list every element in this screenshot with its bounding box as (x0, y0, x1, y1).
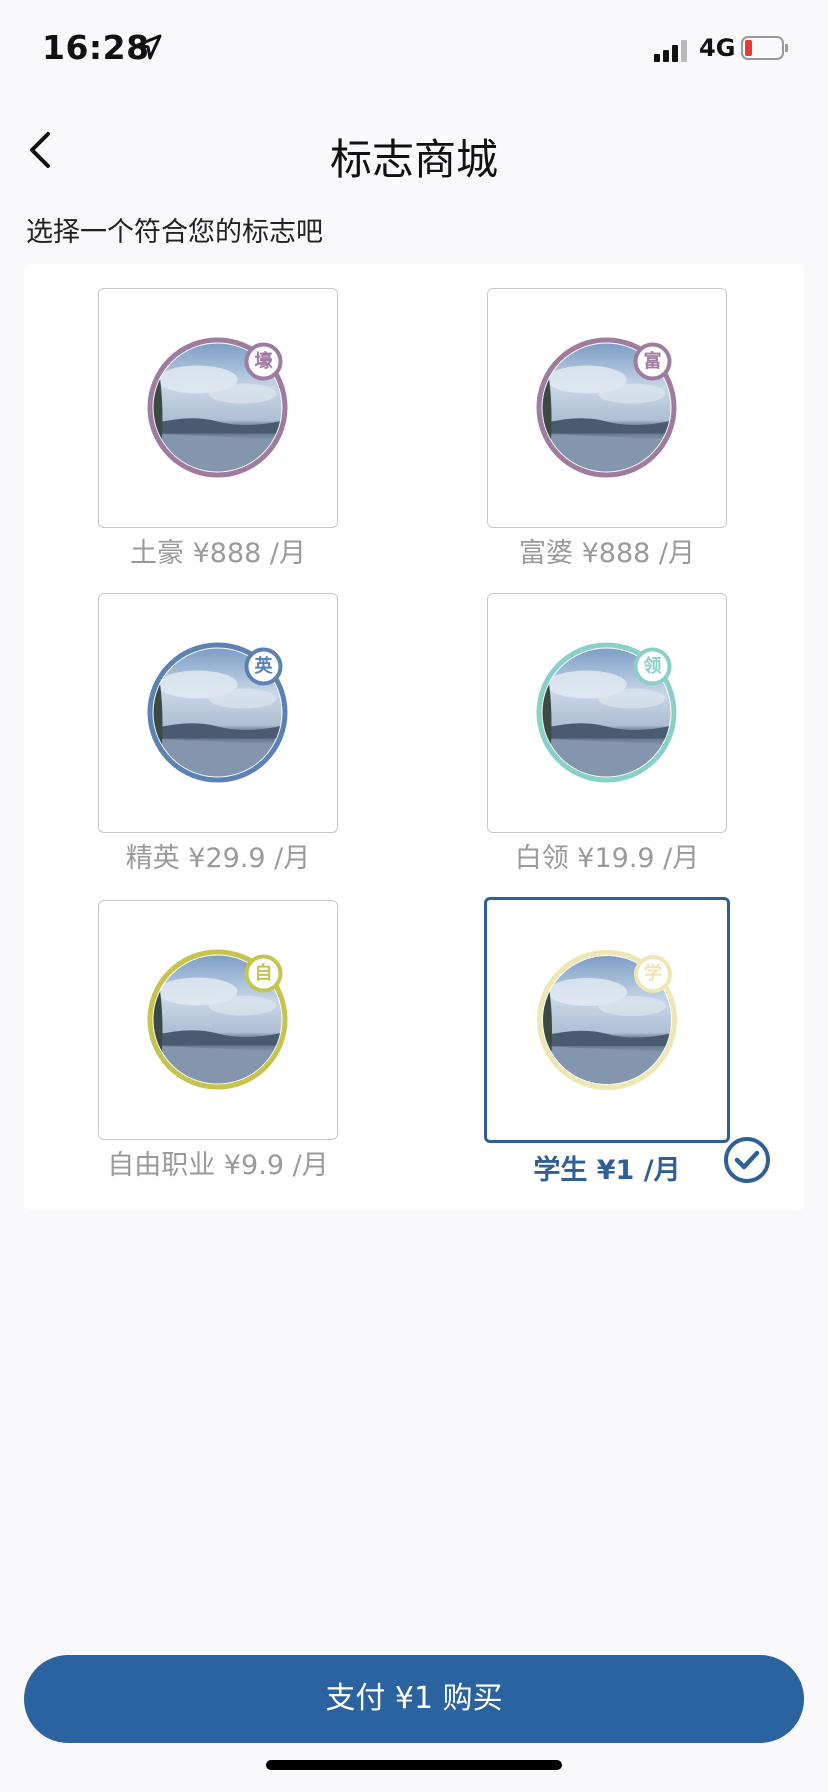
network-type: 4G (699, 34, 736, 62)
nav-bar: 标志商城 (0, 100, 828, 200)
badge-option[interactable]: 富 (487, 288, 727, 528)
badge-char: 英 (254, 655, 273, 677)
battery-icon (741, 36, 788, 60)
badge-option[interactable]: 壕 (98, 288, 338, 528)
badge-option[interactable]: 学 (484, 897, 770, 1183)
badge-avatar (147, 337, 288, 478)
badge-price-label: 白领 ¥19.9 /月 (514, 843, 700, 874)
cellular-signal-icon (654, 40, 687, 62)
badge-char: 领 (643, 655, 662, 677)
badge-grid-card: 壕土豪 ¥888 /月 富富婆 ¥888 /月 英 精英 ¥29.9 /月 领 … (24, 264, 804, 1210)
badge-price-label: 学生 ¥1 /月 (533, 1155, 681, 1186)
badge-price-label: 土豪 ¥888 /月 (130, 538, 306, 569)
badge-price-label: 富婆 ¥888 /月 (519, 538, 695, 569)
badge-avatar (147, 642, 288, 783)
page-title: 标志商城 (329, 135, 498, 184)
page-subtitle: 选择一个符合您的标志吧 (26, 217, 323, 248)
badge-char: 学 (644, 963, 662, 984)
badge-price-label: 自由职业 ¥9.9 /月 (107, 1150, 329, 1181)
home-indicator (266, 1760, 562, 1770)
badge-option[interactable]: 自 (98, 900, 338, 1140)
status-bar: 16:28 4G (0, 0, 828, 100)
badge-char: 富 (643, 350, 662, 372)
badge-price-label: 精英 ¥29.9 /月 (125, 843, 311, 874)
badge-avatar (147, 949, 288, 1090)
badge-avatar (536, 642, 677, 783)
badge-char: 壕 (254, 350, 273, 372)
badge-char: 自 (254, 962, 273, 984)
badge-option[interactable]: 领 (487, 593, 727, 833)
pay-button[interactable]: 支付 ¥1 购买 (24, 1655, 804, 1743)
badge-option[interactable]: 英 (98, 593, 338, 833)
location-arrow-icon (136, 34, 162, 60)
badge-avatar (536, 337, 677, 478)
status-time: 16:28 (42, 28, 150, 67)
badge-avatar (537, 950, 677, 1090)
